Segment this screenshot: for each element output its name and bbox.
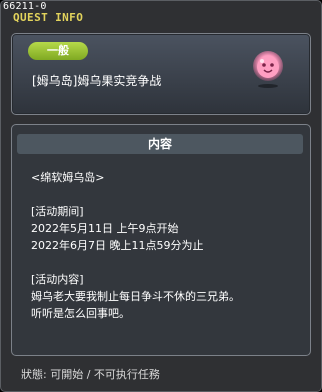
details-line-1: 姆乌老大要我制止每日争斗不休的三兄弟。 bbox=[31, 290, 240, 303]
details-heading: [活动内容] bbox=[31, 273, 84, 286]
period-end: 2022年6月7日 晚上11点59分为止 bbox=[31, 239, 204, 252]
period-start: 2022年5月11日 上午9点开始 bbox=[31, 222, 179, 235]
quest-content-panel[interactable]: 内容 <绵软姆乌岛> [活动期间] 2022年5月11日 上午9点开始 2022… bbox=[11, 124, 311, 356]
quest-title: [姆乌岛]姆乌果实竞争战 bbox=[32, 74, 162, 88]
quest-info-window: 66211-0 QUEST INFO 一般 [姆乌岛]姆乌果实竞争战 内容 <绵… bbox=[0, 0, 322, 392]
location-text: <绵软姆乌岛> bbox=[31, 171, 105, 184]
quest-header-panel: 一般 [姆乌岛]姆乌果实竞争战 bbox=[11, 33, 311, 115]
content-section-header: 内容 bbox=[17, 134, 303, 154]
pink-blob-mascot-icon bbox=[253, 51, 283, 88]
period-heading: [活动期间] bbox=[31, 205, 84, 218]
category-badge: 一般 bbox=[28, 42, 88, 60]
quest-description: <绵软姆乌岛> [活动期间] 2022年5月11日 上午9点开始 2022年6月… bbox=[31, 169, 301, 322]
details-line-2: 听听是怎么回事吧。 bbox=[31, 307, 130, 320]
title-bar[interactable]: QUEST INFO bbox=[1, 11, 322, 31]
window-title: QUEST INFO bbox=[13, 11, 84, 24]
quest-status: 狀態: 可開始 / 不可执行任務 bbox=[21, 368, 160, 381]
